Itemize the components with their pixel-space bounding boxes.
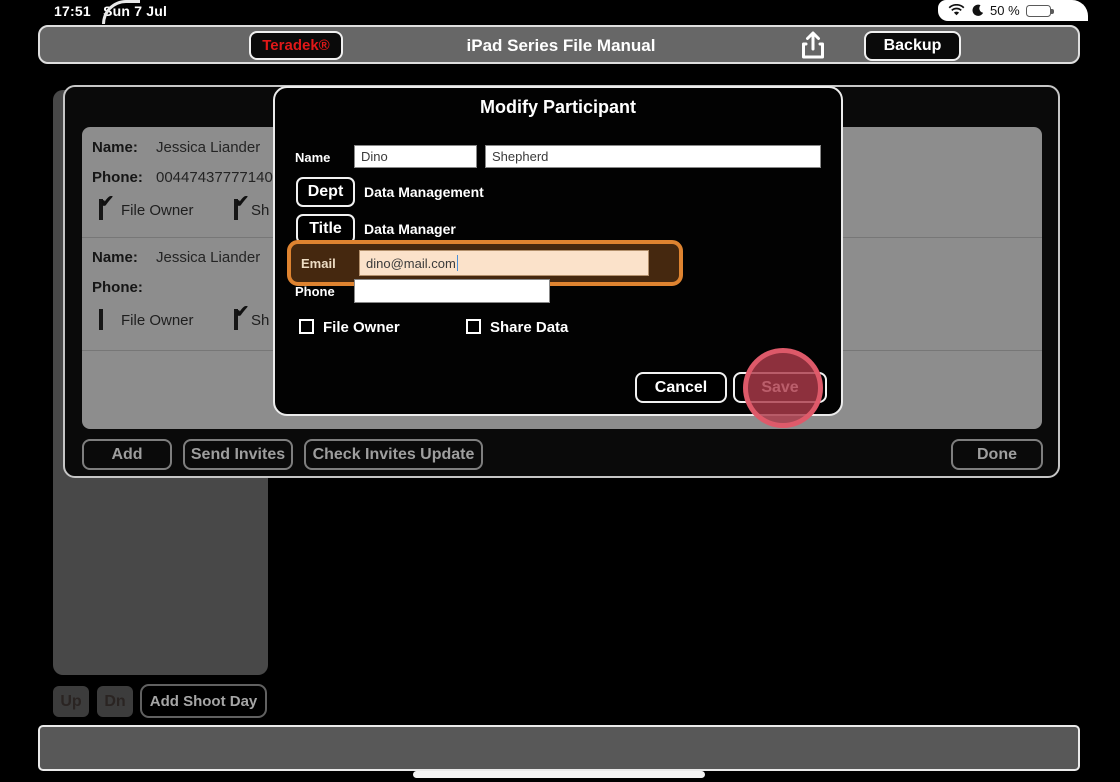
- share-data-checkbox[interactable]: [466, 319, 481, 334]
- file-owner-checkbox[interactable]: [299, 319, 314, 334]
- file-owner-checkbox-label: File Owner: [121, 312, 194, 329]
- email-input[interactable]: dino@mail.com: [359, 250, 649, 276]
- add-shoot-day-button[interactable]: Add Shoot Day: [140, 684, 267, 718]
- phone-label: Phone:: [92, 169, 143, 186]
- modal-title: Modify Participant: [479, 97, 636, 117]
- email-input-value: dino@mail.com: [366, 255, 456, 271]
- participant-phone: 00447437777140: [156, 169, 273, 186]
- modify-participant-modal: Modify Participant Name Dept Data Manage…: [273, 86, 843, 428]
- file-owner-checkbox[interactable]: ✔: [99, 192, 114, 220]
- phone-input[interactable]: [354, 279, 550, 303]
- tap-indicator: [743, 348, 823, 428]
- email-field-label: Email: [301, 256, 336, 271]
- dept-button[interactable]: Dept: [296, 177, 355, 207]
- share-icon[interactable]: [796, 29, 830, 63]
- name-field-label: Name: [295, 150, 331, 165]
- file-owner-checkbox-label: File Owner: [121, 202, 194, 219]
- done-button[interactable]: Done: [951, 439, 1043, 470]
- backup-button[interactable]: Backup: [864, 31, 961, 61]
- share-data-checkbox-label: Share Data: [490, 319, 569, 336]
- battery-percent: 50 %: [990, 3, 1020, 18]
- phone-field-label: Phone: [295, 284, 335, 299]
- check-invites-update-button[interactable]: Check Invites Update: [304, 439, 483, 470]
- status-pill: 50 %: [938, 0, 1088, 21]
- share-data-checkbox-label: Sh: [251, 202, 270, 219]
- name-label: Name:: [92, 249, 138, 266]
- name-label: Name:: [92, 139, 138, 156]
- check-icon: ✔: [235, 302, 250, 321]
- home-indicator[interactable]: [413, 771, 705, 778]
- last-name-input[interactable]: [485, 145, 821, 168]
- ipad-screen: 17:51 Sun 7 Jul 50 % iPad Series File Ma…: [0, 0, 1120, 782]
- battery-icon: [1025, 4, 1054, 17]
- title-value: Data Manager: [364, 221, 456, 237]
- moon-icon: [972, 4, 984, 16]
- dept-value: Data Management: [364, 184, 484, 200]
- cancel-button[interactable]: Cancel: [635, 372, 727, 403]
- participant-name: Jessica Liander: [156, 249, 261, 266]
- check-icon: ✔: [100, 192, 115, 211]
- phone-label: Phone:: [92, 279, 143, 296]
- wifi-icon: [948, 4, 965, 16]
- file-owner-checkbox[interactable]: [99, 309, 103, 330]
- move-up-button[interactable]: Up: [53, 686, 89, 717]
- file-owner-checkbox-label: File Owner: [323, 319, 400, 336]
- add-participant-button[interactable]: Add: [82, 439, 172, 470]
- text-caret: [456, 255, 459, 271]
- bottom-bar: [38, 725, 1080, 771]
- move-down-button[interactable]: Dn: [97, 686, 133, 717]
- check-icon: ✔: [235, 192, 250, 211]
- participant-name: Jessica Liander: [156, 139, 261, 156]
- first-name-input[interactable]: [354, 145, 477, 168]
- teradek-brand-button[interactable]: Teradek®: [249, 31, 343, 60]
- app-toolbar: iPad Series File Manual Teradek® Backup: [38, 25, 1080, 64]
- status-time: 17:51: [54, 3, 91, 19]
- share-data-checkbox-label: Sh: [251, 312, 270, 329]
- share-data-checkbox[interactable]: ✔: [234, 302, 249, 330]
- send-invites-button[interactable]: Send Invites: [183, 439, 293, 470]
- share-data-checkbox[interactable]: ✔: [234, 192, 249, 220]
